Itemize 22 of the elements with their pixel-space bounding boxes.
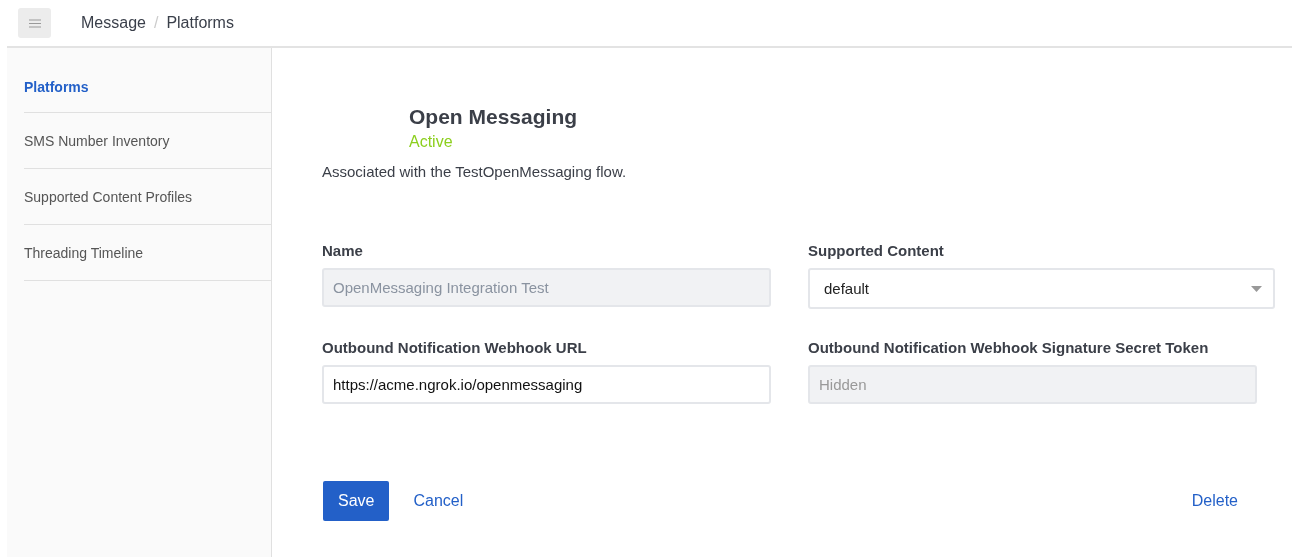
platform-status: Active <box>409 133 454 151</box>
delete-link[interactable]: Delete <box>1191 492 1238 510</box>
platform-title: Open Messaging <box>409 105 579 129</box>
sidebar-item[interactable]: SMS Number Inventory <box>24 113 271 169</box>
sidebar-item[interactable]: Supported Content Profiles <box>24 169 271 225</box>
select-field[interactable]: default <box>808 268 1275 309</box>
input-field[interactable]: https://acme.ngrok.io/openmessaging <box>322 365 771 404</box>
field-label: Outbound Notification Webhook Signature Secret Token <box>808 339 1210 356</box>
menu-button[interactable] <box>18 8 51 38</box>
breadcrumb-item: Platforms <box>166 14 234 32</box>
field-label: Supported Content <box>808 242 945 259</box>
cancel-link[interactable]: Cancel <box>413 492 464 510</box>
menu-icon <box>28 18 41 28</box>
field-label: Name <box>322 242 364 259</box>
breadcrumb-item[interactable]: Message <box>81 14 146 32</box>
breadcrumb-separator: / <box>153 14 159 32</box>
save-button[interactable]: Save <box>323 481 390 521</box>
sidebar-item[interactable]: Platforms <box>24 78 271 113</box>
caret-icon <box>1251 285 1262 292</box>
platform-description: Associated with the TestOpenMessaging flow. <box>322 163 628 180</box>
sidebar-item[interactable]: Threading Timeline <box>24 225 271 281</box>
field-label: Outbound Notification Webhook URL <box>322 339 588 356</box>
